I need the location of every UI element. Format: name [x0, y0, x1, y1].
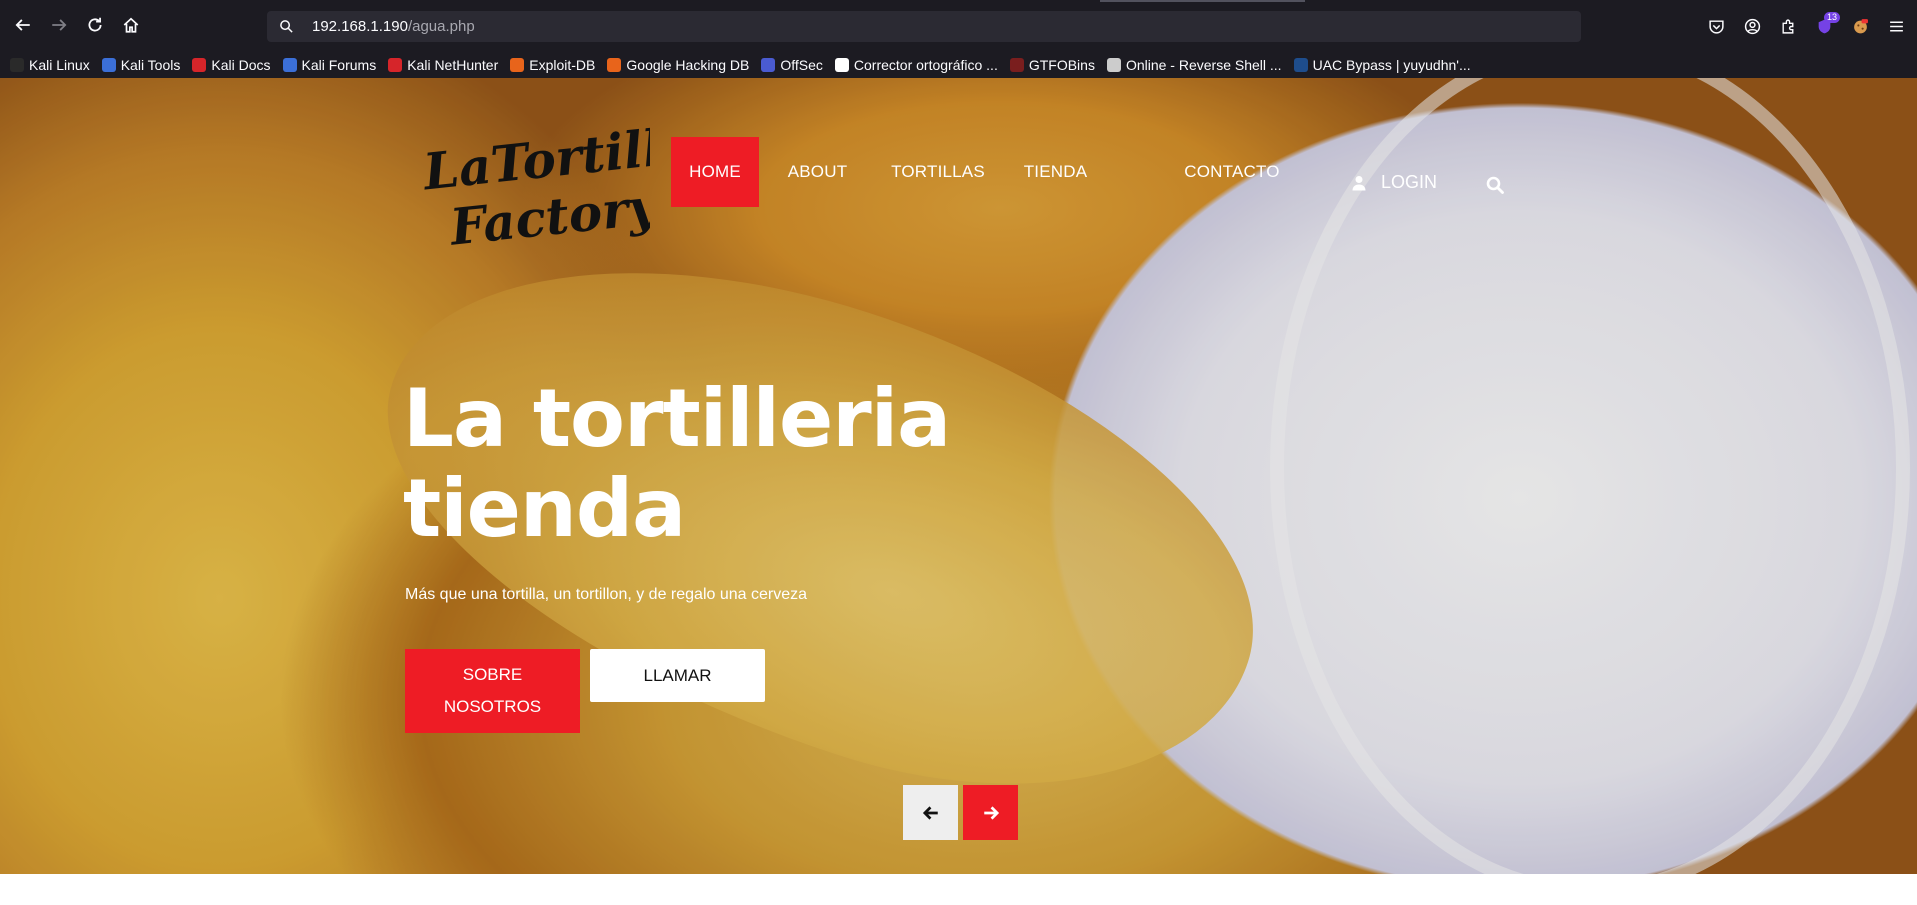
bookmark-item[interactable]: Kali Docs	[192, 57, 271, 73]
ghdb-icon	[607, 58, 622, 72]
bookmark-label: Google Hacking DB	[626, 57, 750, 73]
active-tab-indicator[interactable]	[1100, 0, 1305, 2]
nav-tortillas-label: TORTILLAS	[891, 162, 985, 181]
bookmark-label: OffSec	[780, 57, 823, 73]
login-link[interactable]: LOGIN	[1352, 172, 1437, 193]
nav-about[interactable]: ABOUT	[775, 137, 860, 207]
reload-icon	[88, 17, 102, 32]
extension-shield-button[interactable]: 13	[1814, 12, 1840, 36]
search-icon	[1486, 176, 1504, 194]
bookmark-label: Kali Linux	[29, 57, 90, 73]
call-label: LLAMAR	[643, 665, 712, 685]
bookmark-item[interactable]: Kali NetHunter	[388, 57, 498, 73]
back-button[interactable]	[12, 14, 34, 36]
home-icon	[123, 17, 139, 33]
hamburger-menu-icon	[1889, 20, 1903, 32]
bookmark-label: Online - Reverse Shell ...	[1125, 57, 1282, 73]
page-below-hero	[0, 874, 1917, 905]
pocket-icon	[1708, 19, 1724, 34]
account-button[interactable]	[1742, 16, 1762, 36]
bookmark-label: Kali Forums	[301, 57, 377, 73]
menu-button[interactable]	[1886, 16, 1906, 36]
offsec-icon	[761, 58, 776, 72]
bookmark-label: UAC Bypass | yuyudhn'...	[1312, 57, 1471, 73]
arrow-left-icon	[15, 19, 30, 31]
nav-contacto[interactable]: CONTACTO	[1176, 137, 1288, 207]
bookmark-item[interactable]: OffSec	[761, 57, 823, 73]
corrector-icon	[834, 58, 849, 72]
exploit-db-icon	[510, 58, 525, 72]
nethunter-icon	[388, 58, 403, 72]
extension-cookie-button[interactable]	[1850, 16, 1870, 36]
extension-badge: 13	[1823, 12, 1840, 23]
bookmark-item[interactable]: Google Hacking DB	[607, 57, 749, 73]
nav-about-label: ABOUT	[787, 162, 848, 181]
nav-tortillas[interactable]: TORTILLAS	[888, 137, 988, 207]
bookmark-label: Corrector ortográfico ...	[853, 57, 998, 73]
nav-contacto-label: CONTACTO	[1184, 162, 1280, 181]
site-logo[interactable]: LaTortilla Factory	[419, 108, 697, 258]
forward-button[interactable]	[48, 14, 70, 36]
pocket-button[interactable]	[1706, 16, 1726, 36]
bookmark-item[interactable]: Corrector ortográfico ...	[834, 57, 998, 73]
bookmark-item[interactable]: Kali Forums	[282, 57, 377, 73]
bookmark-label: Exploit-DB	[529, 57, 596, 73]
uac-icon	[1293, 58, 1308, 72]
bookmark-label: GTFOBins	[1028, 57, 1095, 73]
bookmarks-bar: Kali Linux Kali Tools Kali Docs Kali Forums…	[0, 52, 1917, 78]
arrow-left-icon	[922, 805, 938, 820]
bookmark-item[interactable]: Kali Tools	[101, 57, 181, 73]
bookmark-label: Kali NetHunter	[407, 57, 499, 73]
arrow-right-icon	[983, 805, 999, 820]
kali-forums-icon	[282, 58, 297, 72]
bookmark-item[interactable]: Exploit-DB	[510, 57, 595, 73]
plate-decoration	[1270, 78, 1910, 874]
gtfobins-icon	[1009, 58, 1024, 72]
bookmark-item[interactable]: Kali Linux	[10, 57, 90, 73]
url-host: 192.168.1.190	[312, 18, 408, 35]
search-icon	[279, 19, 295, 35]
home-button[interactable]	[120, 14, 142, 36]
url-text[interactable]: 192.168.1.190/agua.php	[312, 18, 475, 35]
arrow-right-icon	[52, 19, 67, 31]
kali-icon	[10, 58, 24, 72]
kali-tools-icon	[101, 58, 116, 72]
address-bar[interactable]: 192.168.1.190/agua.php	[267, 11, 1581, 42]
nav-home-label: HOME	[689, 162, 741, 181]
bookmark-label: Kali Docs	[211, 57, 271, 73]
login-label: LOGIN	[1381, 172, 1438, 192]
carousel-next-button[interactable]	[963, 785, 1018, 840]
account-icon	[1744, 18, 1760, 34]
nav-tienda-label: TIENDA	[1023, 162, 1088, 181]
bookmark-item[interactable]: UAC Bypass | yuyudhn'...	[1293, 57, 1471, 73]
puzzle-icon	[1781, 19, 1793, 34]
nav-home[interactable]: HOME	[671, 137, 759, 207]
extensions-button[interactable]	[1778, 16, 1798, 36]
browser-toolbar: 192.168.1.190/agua.php 13	[0, 0, 1917, 52]
kali-docs-icon	[192, 58, 207, 72]
about-us-label: SOBRE NOSOTROS	[443, 665, 542, 716]
site-search-button[interactable]	[1484, 174, 1506, 196]
nav-tienda[interactable]: TIENDA	[1018, 137, 1093, 207]
hero-headline: La tortilleria tienda	[403, 372, 951, 555]
bookmark-item[interactable]: Online - Reverse Shell ...	[1106, 57, 1282, 73]
carousel-prev-button[interactable]	[903, 785, 958, 840]
url-path: /agua.php	[407, 18, 475, 35]
hero-subheadline: Más que una tortilla, un tortillon, y de…	[405, 586, 808, 603]
call-button[interactable]: LLAMAR	[590, 649, 765, 702]
bookmark-item[interactable]: GTFOBins	[1009, 57, 1095, 73]
reload-button[interactable]	[84, 14, 106, 36]
user-icon	[1352, 175, 1366, 191]
about-us-button[interactable]: SOBRE NOSOTROS	[405, 649, 580, 733]
bookmark-label: Kali Tools	[120, 57, 181, 73]
cookie-icon	[1853, 18, 1868, 33]
skull-icon	[1106, 58, 1121, 72]
